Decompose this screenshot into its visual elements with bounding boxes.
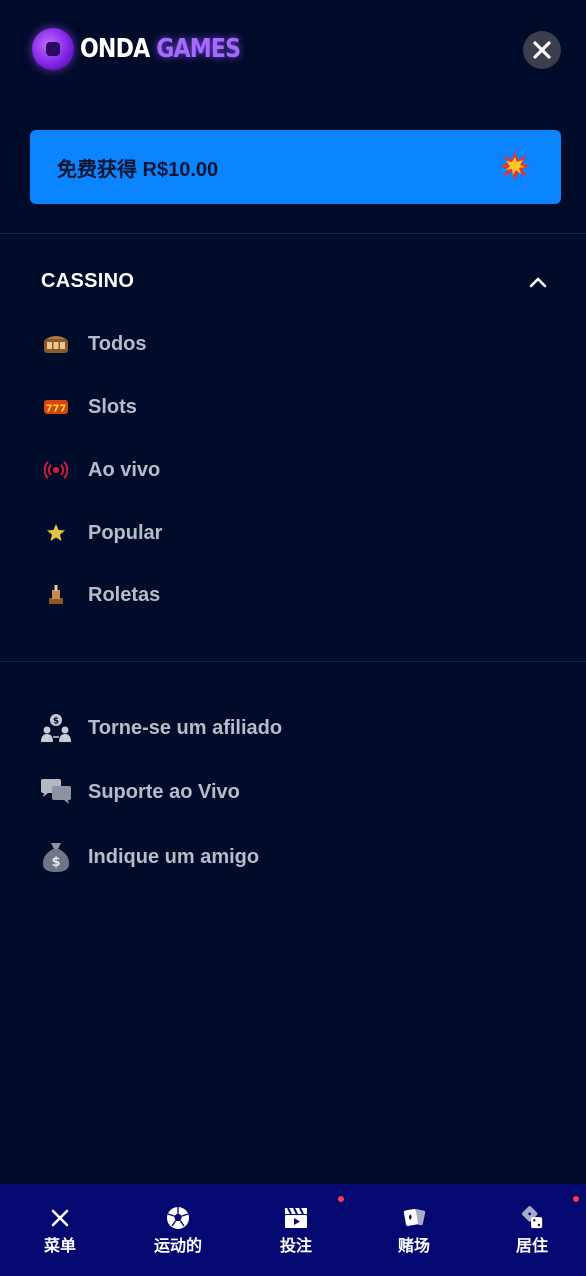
nav-menu[interactable]: 菜单 <box>20 1206 100 1256</box>
live-broadcast-icon <box>40 454 72 486</box>
menu-item-label: Torne-se um afiliado <box>88 716 283 739</box>
logo-text-onda: ONDA <box>80 34 150 64</box>
clapper-icon <box>284 1206 308 1230</box>
menu-item-live-support[interactable]: Suporte ao Vivo <box>40 776 240 808</box>
nav-live[interactable]: 居住 <box>492 1206 572 1256</box>
explosion-icon <box>500 151 530 181</box>
star-icon <box>40 517 72 549</box>
nav-label: 菜单 <box>43 1238 76 1255</box>
menu-item-label: Suporte ao Vivo <box>88 780 240 803</box>
dice-icon <box>520 1206 544 1230</box>
svg-text:$: $ <box>51 855 60 870</box>
close-icon <box>533 41 551 59</box>
notification-dot <box>338 1196 344 1202</box>
cards-icon <box>402 1206 426 1230</box>
menu-item-todos[interactable]: Todos <box>40 328 147 360</box>
menu-item-affiliate[interactable]: $ Torne-se um afiliado <box>40 712 282 744</box>
menu-item-label: Roletas <box>88 583 161 606</box>
svg-text:$: $ <box>53 717 59 727</box>
free-bonus-banner[interactable]: 免费获得 R$10.00 <box>30 130 561 204</box>
nav-label: 运动的 <box>153 1238 202 1255</box>
menu-item-popular[interactable]: Popular <box>40 517 162 549</box>
free-bonus-label: 免费获得 R$10.00 <box>57 158 219 181</box>
affiliate-icon: $ <box>40 712 72 744</box>
menu-item-refer-friend[interactable]: $ Indique um amigo <box>40 841 259 873</box>
onda-games-logo[interactable]: ONDA GAMES <box>32 28 268 70</box>
chevron-up-icon[interactable] <box>526 270 550 294</box>
soccer-ball-icon <box>166 1206 190 1230</box>
menu-header: ONDA GAMES <box>0 0 586 110</box>
divider <box>0 233 586 234</box>
menu-item-label: Slots <box>88 395 137 418</box>
menu-item-label: Todos <box>88 332 147 355</box>
nav-label: 居住 <box>515 1238 548 1255</box>
nav-label: 投注 <box>279 1238 312 1255</box>
bottom-nav-bar: 菜单 运动的 投注 赌场 居住 <box>0 1184 586 1276</box>
nav-label: 赌场 <box>397 1238 430 1255</box>
777-slots-icon: 777 <box>40 391 72 423</box>
nav-bets[interactable]: 投注 <box>256 1206 336 1256</box>
logo-text: ONDA GAMES <box>80 34 241 64</box>
nav-casino[interactable]: 赌场 <box>374 1206 454 1256</box>
menu-item-label: Popular <box>88 521 163 544</box>
money-bag-icon: $ <box>40 841 72 873</box>
menu-item-roletas[interactable]: Roletas <box>40 579 160 611</box>
slot-machine-icon <box>40 328 72 360</box>
svg-text:777: 777 <box>46 404 67 415</box>
notification-dot <box>573 1196 579 1202</box>
cassino-section-title[interactable]: CASSINO <box>41 270 134 293</box>
close-icon <box>48 1206 72 1230</box>
gamepad-logo-icon <box>32 28 74 70</box>
menu-item-ao-vivo[interactable]: Ao vivo <box>40 454 160 486</box>
menu-item-slots[interactable]: 777 Slots <box>40 391 137 423</box>
divider <box>0 661 586 662</box>
logo-text-games: GAMES <box>156 34 241 64</box>
chat-icon <box>40 776 72 808</box>
menu-item-label: Indique um amigo <box>88 845 260 868</box>
menu-item-label: Ao vivo <box>88 458 161 481</box>
close-menu-button[interactable] <box>523 31 561 69</box>
nav-sports[interactable]: 运动的 <box>138 1206 218 1256</box>
roulette-icon <box>40 579 72 611</box>
